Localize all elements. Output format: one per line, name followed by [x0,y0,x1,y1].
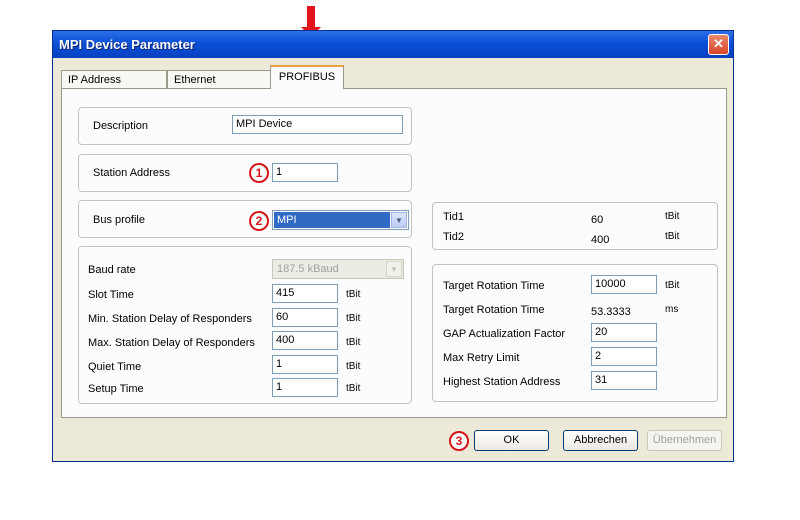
target-rotation-time-label: Target Rotation Time [443,280,545,292]
min-station-delay-label: Min. Station Delay of Responders [88,313,252,325]
target-rotation-time-ms-unit: ms [665,304,679,315]
baud-rate-label: Baud rate [88,264,136,276]
tid1-value: 60 [591,214,604,226]
baud-rate-select: 187.5 kBaud ▼ [272,259,404,279]
bus-profile-value: MPI [274,212,390,228]
annotation-marker-2: 2 [249,211,269,231]
bus-parameters-group: Baud rate 187.5 kBaud ▼ Slot Time 415 tB… [78,246,412,404]
target-rotation-time-ms-label: Target Rotation Time [443,304,545,316]
bus-profile-label: Bus profile [93,214,145,226]
min-station-delay-unit: tBit [346,313,361,324]
ok-button[interactable]: OK [474,430,549,451]
close-button[interactable]: ✕ [708,34,729,55]
slot-time-label: Slot Time [88,289,134,301]
setup-time-field[interactable]: 1 [272,378,338,397]
station-address-field[interactable]: 1 [272,163,338,182]
max-station-delay-unit: tBit [346,337,361,348]
chevron-down-icon[interactable]: ▼ [391,212,407,228]
quiet-time-unit: tBit [346,361,361,372]
profibus-tab-panel: Description MPI Device Station Address 1… [61,88,727,418]
tab-ethernet[interactable]: Ethernet [167,70,271,89]
target-rotation-time-ms-value: 53.3333 [591,306,631,318]
apply-button: Übernehmen [647,430,722,451]
tid2-label: Tid2 [443,231,464,243]
max-station-delay-field[interactable]: 400 [272,331,338,350]
tid2-unit: tBit [665,231,680,242]
title-bar[interactable]: MPI Device Parameter ✕ [53,31,733,58]
gap-factor-field[interactable]: 20 [591,323,657,342]
gap-factor-label: GAP Actualization Factor [443,328,566,340]
target-rotation-time-unit: tBit [665,280,680,291]
window-title: MPI Device Parameter [59,37,195,52]
tid2-value: 400 [591,234,610,246]
chevron-down-icon: ▼ [386,261,402,277]
mpi-device-parameter-dialog: MPI Device Parameter ✕ IP Address Ethern… [52,30,734,462]
tid1-label: Tid1 [443,211,464,223]
setup-time-unit: tBit [346,383,361,394]
description-group: Description MPI Device [78,107,412,145]
tab-profibus[interactable]: PROFIBUS [270,65,344,89]
max-retry-field[interactable]: 2 [591,347,657,366]
highest-station-label: Highest Station Address [443,376,561,388]
max-station-delay-label: Max. Station Delay of Responders [88,337,255,349]
close-icon: ✕ [713,36,724,51]
tid-group: Tid1 60 tBit Tid2 400 tBit [432,202,718,250]
station-address-group: Station Address 1 1 [78,154,412,192]
annotation-marker-1: 1 [249,163,269,183]
quiet-time-field[interactable]: 1 [272,355,338,374]
cancel-button[interactable]: Abbrechen [563,430,638,451]
slot-time-field[interactable]: 415 [272,284,338,303]
tab-ip-address[interactable]: IP Address [61,70,167,89]
slot-time-unit: tBit [346,289,361,300]
annotation-marker-3: 3 [449,431,469,451]
max-retry-label: Max Retry Limit [443,352,520,364]
tid1-unit: tBit [665,211,680,222]
target-rotation-time-field[interactable]: 10000 [591,275,657,294]
rotation-group: Target Rotation Time 10000 tBit Target R… [432,264,718,402]
baud-rate-value: 187.5 kBaud [277,263,339,275]
bus-profile-group: Bus profile 2 MPI ▼ [78,200,412,238]
min-station-delay-field[interactable]: 60 [272,308,338,327]
description-field[interactable]: MPI Device [232,115,403,134]
quiet-time-label: Quiet Time [88,361,142,373]
description-label: Description [93,120,149,132]
highest-station-field[interactable]: 31 [591,371,657,390]
setup-time-label: Setup Time [88,383,144,395]
station-address-label: Station Address [93,167,171,179]
bus-profile-select[interactable]: MPI ▼ [272,210,409,230]
